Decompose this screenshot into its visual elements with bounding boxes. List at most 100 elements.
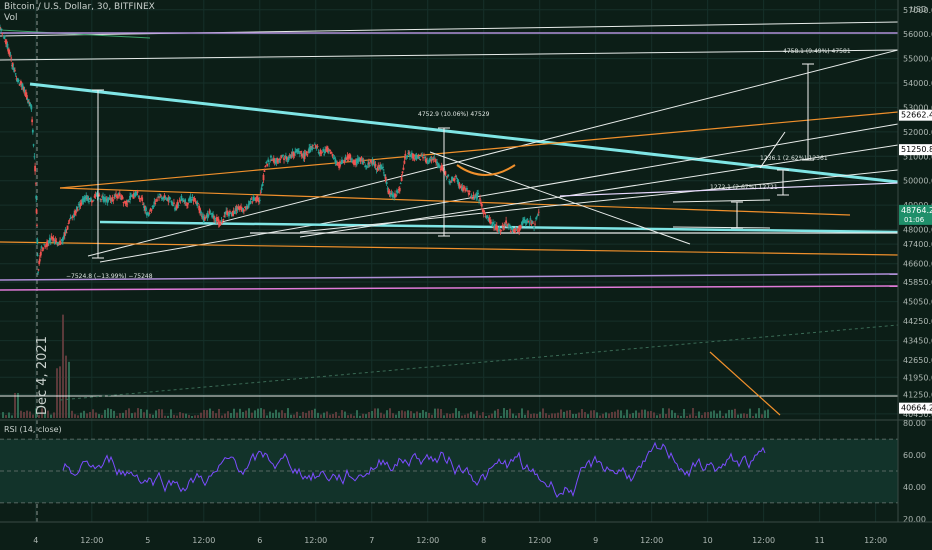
- volume-bar: [347, 415, 349, 418]
- volume-bar: [128, 408, 130, 418]
- volume-bar: [290, 414, 292, 418]
- volume-bar: [260, 408, 262, 418]
- candle-body: [0, 28, 3, 30]
- volume-bar: [185, 413, 187, 418]
- volume-bar: [74, 414, 76, 418]
- candle-body: [444, 171, 447, 175]
- candle-body: [258, 199, 261, 201]
- volume-bar: [137, 408, 139, 418]
- volume-bar: [587, 414, 589, 418]
- volume-bar: [710, 411, 712, 418]
- volume-bar: [119, 413, 121, 418]
- candle-body: [209, 211, 212, 213]
- time-tick-label: 9: [593, 536, 598, 545]
- candle-body: [447, 174, 450, 177]
- time-tick-label: 7: [369, 536, 374, 545]
- volume-bar: [236, 412, 238, 418]
- volume-bar: [377, 408, 379, 418]
- candle-body: [207, 214, 210, 217]
- time-tick-label: 12:00: [864, 536, 887, 545]
- candle-body: [505, 220, 508, 224]
- candle-body: [37, 269, 40, 271]
- volume-bar: [2, 412, 4, 418]
- volume-bar: [110, 409, 112, 418]
- volume-bar: [713, 410, 715, 418]
- volume-bar: [707, 412, 709, 418]
- volume-bar: [449, 414, 451, 418]
- volume-bar: [203, 409, 205, 418]
- volume-bar: [410, 411, 412, 418]
- candle-body: [330, 152, 333, 154]
- volume-bar: [596, 412, 598, 418]
- volume-bar: [647, 411, 649, 418]
- volume-label: Vol: [4, 13, 18, 23]
- volume-bar: [245, 410, 247, 418]
- volume-bar: [545, 413, 547, 418]
- candle-body: [30, 105, 33, 110]
- candle-body: [412, 153, 415, 159]
- volume-bar: [695, 415, 697, 418]
- candle-body: [249, 200, 252, 204]
- price-tick-label: 43450.0: [903, 337, 932, 346]
- volume-bar: [755, 413, 757, 418]
- volume-bar: [152, 414, 154, 418]
- volume-bar: [455, 408, 457, 418]
- volume-bar: [629, 414, 631, 418]
- volume-bar: [368, 412, 370, 418]
- candle-body: [65, 232, 68, 234]
- volume-bar: [668, 408, 670, 418]
- candle-body: [312, 144, 314, 146]
- time-tick-label: 12:00: [192, 536, 215, 545]
- price-tick-label: 52000.0: [903, 128, 932, 137]
- volume-bar: [689, 414, 691, 418]
- candle-body: [229, 211, 231, 213]
- candle-body: [31, 119, 33, 123]
- volume-bar: [83, 410, 85, 418]
- candle-body: [535, 216, 538, 218]
- candle-body: [322, 149, 325, 152]
- candle-body: [534, 223, 536, 225]
- volume-bar: [407, 410, 409, 418]
- volume-bar: [116, 415, 118, 418]
- volume-bar: [140, 409, 142, 418]
- volume-bar: [725, 413, 727, 418]
- volume-bar: [680, 415, 682, 418]
- volume-bar: [257, 408, 259, 418]
- price-tag-label: 51250.8: [901, 145, 932, 154]
- volume-bar: [491, 413, 493, 418]
- range-label-small1: 1272.1 (2.67%) 12721: [710, 184, 778, 191]
- price-tick-label: 41250.0: [903, 390, 932, 399]
- volume-bar: [530, 414, 532, 418]
- candle-body: [385, 182, 388, 185]
- candle-body: [148, 213, 151, 214]
- volume-bar: [443, 415, 445, 418]
- volume-bar: [308, 410, 310, 418]
- volume-bar: [635, 410, 637, 418]
- volume-bar: [350, 414, 352, 418]
- volume-bar: [623, 415, 625, 418]
- volume-bar: [362, 413, 364, 418]
- price-tag-label: 40664.2: [901, 404, 932, 413]
- volume-bar: [146, 409, 148, 418]
- volume-bar: [593, 410, 595, 418]
- price-chart[interactable]: 80.0060.0040.0020.00 57000.056000.055000…: [0, 0, 932, 550]
- volume-bar: [242, 412, 244, 418]
- volume-bar: [314, 408, 316, 418]
- candle-body: [500, 230, 503, 232]
- volume-bar: [662, 408, 664, 418]
- volume-bar: [446, 413, 448, 418]
- candle-body: [419, 158, 422, 160]
- volume-bar: [533, 413, 535, 418]
- volume-bar: [521, 408, 523, 418]
- volume-bar: [212, 410, 214, 418]
- candle-body: [453, 178, 456, 180]
- volume-bar: [644, 409, 646, 418]
- volume-bar: [704, 412, 706, 418]
- candle-body: [173, 202, 175, 204]
- candle-body: [38, 258, 41, 262]
- volume-bar: [674, 412, 676, 418]
- candle-body: [264, 166, 267, 168]
- volume-bar: [548, 414, 550, 418]
- volume-bar: [716, 413, 718, 418]
- candle-body: [323, 154, 326, 156]
